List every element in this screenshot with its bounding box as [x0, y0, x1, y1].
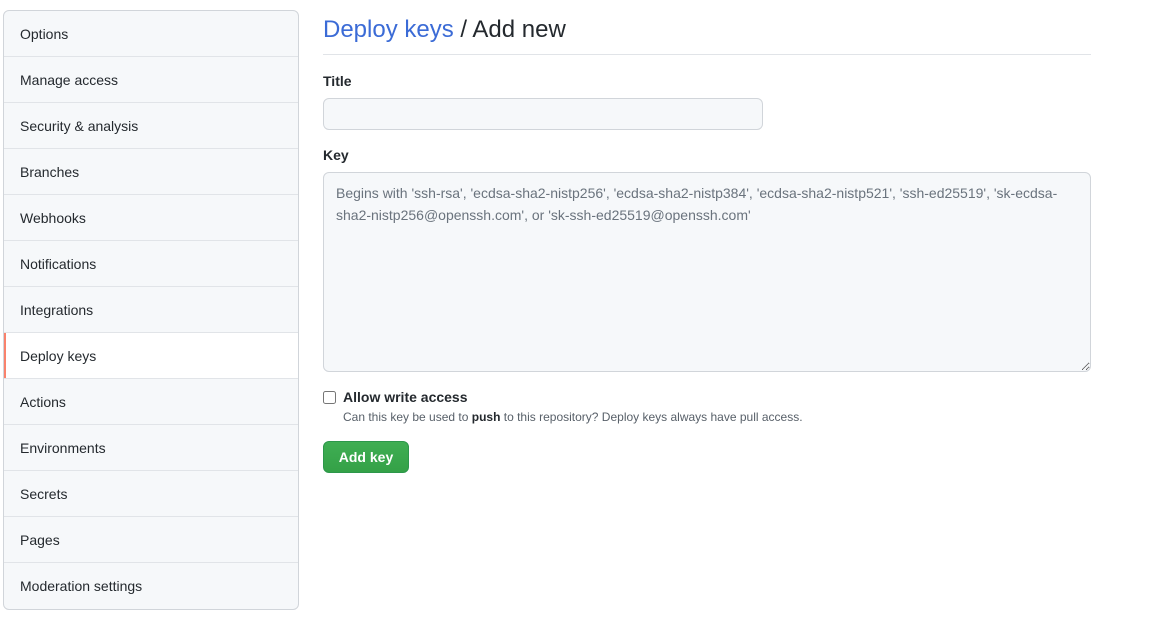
sidebar-item-pages[interactable]: Pages: [4, 517, 298, 563]
note-text-before: Can this key be used to: [343, 410, 472, 424]
note-text-bold: push: [471, 410, 501, 424]
sidebar-item-actions[interactable]: Actions: [4, 379, 298, 425]
title-label: Title: [323, 73, 352, 89]
allow-write-label[interactable]: Allow write access: [343, 389, 468, 405]
key-label: Key: [323, 147, 349, 163]
page-heading: Deploy keys / Add new: [323, 0, 1091, 55]
settings-sidebar: Options Manage access Security & analysi…: [3, 10, 299, 610]
sidebar-item-integrations[interactable]: Integrations: [4, 287, 298, 333]
title-input[interactable]: [323, 98, 763, 130]
add-key-button[interactable]: Add key: [323, 441, 409, 473]
sidebar-item-branches[interactable]: Branches: [4, 149, 298, 195]
allow-write-note: Can this key be used to push to this rep…: [343, 410, 803, 424]
sidebar-item-security-analysis[interactable]: Security & analysis: [4, 103, 298, 149]
sidebar-item-deploy-keys[interactable]: Deploy keys: [4, 333, 298, 379]
breadcrumb-separator: /: [460, 16, 468, 43]
main-content: Deploy keys / Add new Title Key Allow wr…: [323, 0, 1091, 473]
sidebar-item-secrets[interactable]: Secrets: [4, 471, 298, 517]
sidebar-item-webhooks[interactable]: Webhooks: [4, 195, 298, 241]
key-textarea[interactable]: [323, 172, 1091, 372]
allow-write-row: Allow write access: [323, 389, 468, 405]
sidebar-item-options[interactable]: Options: [4, 11, 298, 57]
allow-write-checkbox[interactable]: [323, 390, 336, 404]
page-title: Add new: [472, 16, 566, 43]
sidebar-item-moderation-settings[interactable]: Moderation settings: [4, 563, 298, 609]
deploy-keys-link[interactable]: Deploy keys: [323, 16, 454, 43]
sidebar-item-notifications[interactable]: Notifications: [4, 241, 298, 287]
sidebar-item-manage-access[interactable]: Manage access: [4, 57, 298, 103]
note-text-after: to this repository? Deploy keys always h…: [500, 410, 803, 424]
sidebar-item-environments[interactable]: Environments: [4, 425, 298, 471]
